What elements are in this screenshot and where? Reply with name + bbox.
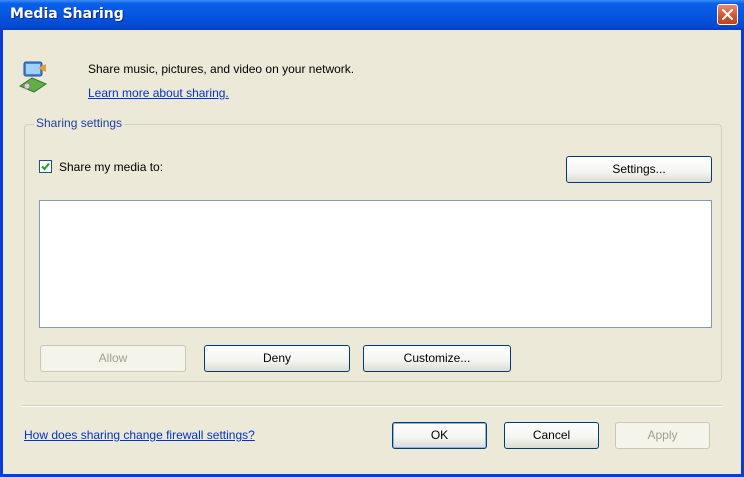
network-media-icon xyxy=(18,61,48,93)
footer-separator xyxy=(22,405,722,407)
device-list[interactable] xyxy=(39,200,712,328)
ok-button[interactable]: OK xyxy=(392,422,487,449)
customize-button[interactable]: Customize... xyxy=(363,345,511,372)
share-media-checkbox[interactable] xyxy=(39,160,52,173)
close-button[interactable] xyxy=(717,4,738,25)
title-bar[interactable]: Media Sharing xyxy=(0,0,744,30)
header-description: Share music, pictures, and video on your… xyxy=(88,62,355,76)
learn-more-link[interactable]: Learn more about sharing. xyxy=(88,86,229,100)
settings-button[interactable]: Settings... xyxy=(566,156,712,183)
share-media-label[interactable]: Share my media to: xyxy=(59,160,163,174)
apply-button[interactable]: Apply xyxy=(615,422,710,449)
cancel-button[interactable]: Cancel xyxy=(504,422,599,449)
allow-button[interactable]: Allow xyxy=(40,345,186,372)
window-title: Media Sharing xyxy=(10,6,124,22)
firewall-settings-link[interactable]: How does sharing change firewall setting… xyxy=(24,428,255,442)
checkmark-icon xyxy=(41,162,50,171)
close-icon xyxy=(722,9,733,20)
deny-button[interactable]: Deny xyxy=(204,345,350,372)
sharing-settings-label: Sharing settings xyxy=(34,116,125,130)
